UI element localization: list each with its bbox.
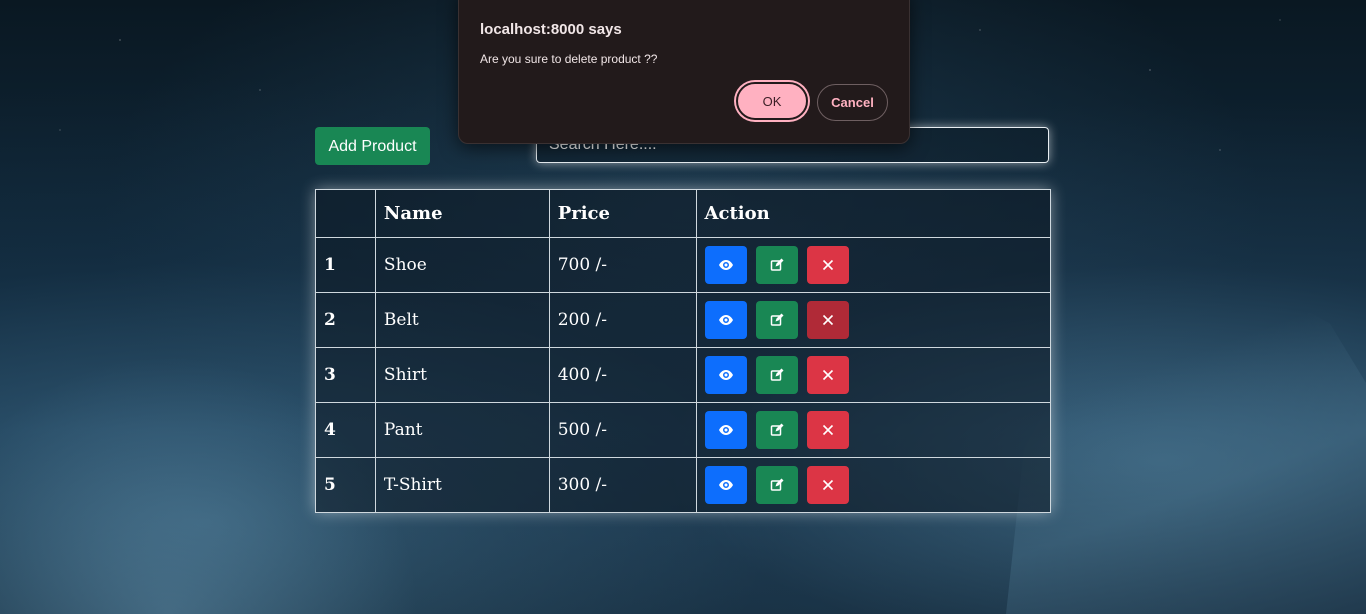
table-row: 5 T-Shirt 300 /- <box>315 457 1052 513</box>
table-row: 2 Belt 200 /- <box>315 292 1052 348</box>
products-table: Name Price Action 1 Shoe 700 /- 2 Belt 2… <box>315 189 1052 513</box>
row-price: 500 /- <box>548 402 697 458</box>
ok-button[interactable]: OK <box>736 82 808 120</box>
view-button[interactable] <box>704 466 747 504</box>
delete-button[interactable] <box>807 356 850 394</box>
eye-icon <box>718 260 733 270</box>
edit-button[interactable] <box>755 356 798 394</box>
row-actions <box>695 292 1052 348</box>
edit-icon <box>770 423 784 436</box>
row-price: 300 /- <box>548 457 697 513</box>
edit-icon <box>770 368 784 381</box>
row-actions <box>695 402 1052 458</box>
view-button[interactable] <box>704 411 747 449</box>
row-name: Pant <box>374 402 550 458</box>
table-row: 4 Pant 500 /- <box>315 402 1052 458</box>
row-actions <box>695 457 1052 513</box>
row-index: 3 <box>315 347 376 403</box>
close-icon <box>823 479 834 491</box>
row-price: 700 /- <box>548 237 697 293</box>
eye-icon <box>718 425 733 435</box>
view-button[interactable] <box>704 301 747 339</box>
dialog-title: localhost:8000 says <box>480 21 622 38</box>
row-name: Shirt <box>374 347 550 403</box>
row-actions <box>695 237 1052 293</box>
row-actions <box>695 347 1052 403</box>
eye-icon <box>718 480 733 490</box>
eye-icon <box>718 315 733 325</box>
delete-button[interactable] <box>807 246 850 284</box>
row-name: Belt <box>374 292 550 348</box>
edit-button[interactable] <box>755 411 798 449</box>
eye-icon <box>718 370 733 380</box>
confirm-dialog: localhost:8000 says Are you sure to dele… <box>458 0 910 144</box>
close-icon <box>823 259 834 271</box>
table-header-row: Name Price Action <box>315 189 1052 238</box>
cancel-button[interactable]: Cancel <box>817 84 888 121</box>
row-index: 1 <box>315 237 376 293</box>
edit-button[interactable] <box>755 466 798 504</box>
edit-button[interactable] <box>755 301 798 339</box>
delete-button[interactable] <box>807 411 850 449</box>
edit-icon <box>770 258 784 271</box>
row-name: T-Shirt <box>374 457 550 513</box>
add-product-button[interactable]: Add Product <box>315 127 430 165</box>
delete-button[interactable] <box>807 301 850 339</box>
edit-button[interactable] <box>755 246 798 284</box>
view-button[interactable] <box>704 356 747 394</box>
view-button[interactable] <box>704 246 747 284</box>
close-icon <box>823 369 834 381</box>
row-price: 200 /- <box>548 292 697 348</box>
row-index: 5 <box>315 457 376 513</box>
close-icon <box>823 424 834 436</box>
dialog-message: Are you sure to delete product ?? <box>480 52 658 66</box>
edit-icon <box>770 478 784 491</box>
row-price: 400 /- <box>548 347 697 403</box>
close-icon <box>823 314 834 326</box>
delete-button[interactable] <box>807 466 850 504</box>
table-row: 3 Shirt 400 /- <box>315 347 1052 403</box>
row-index: 4 <box>315 402 376 458</box>
header-index <box>315 189 376 238</box>
header-name: Name <box>374 189 550 238</box>
row-index: 2 <box>315 292 376 348</box>
header-price: Price <box>548 189 697 238</box>
products-table-grid: Name Price Action 1 Shoe 700 /- 2 Belt 2… <box>315 189 1052 513</box>
header-action: Action <box>695 189 1052 238</box>
edit-icon <box>770 313 784 326</box>
table-row: 1 Shoe 700 /- <box>315 237 1052 293</box>
row-name: Shoe <box>374 237 550 293</box>
